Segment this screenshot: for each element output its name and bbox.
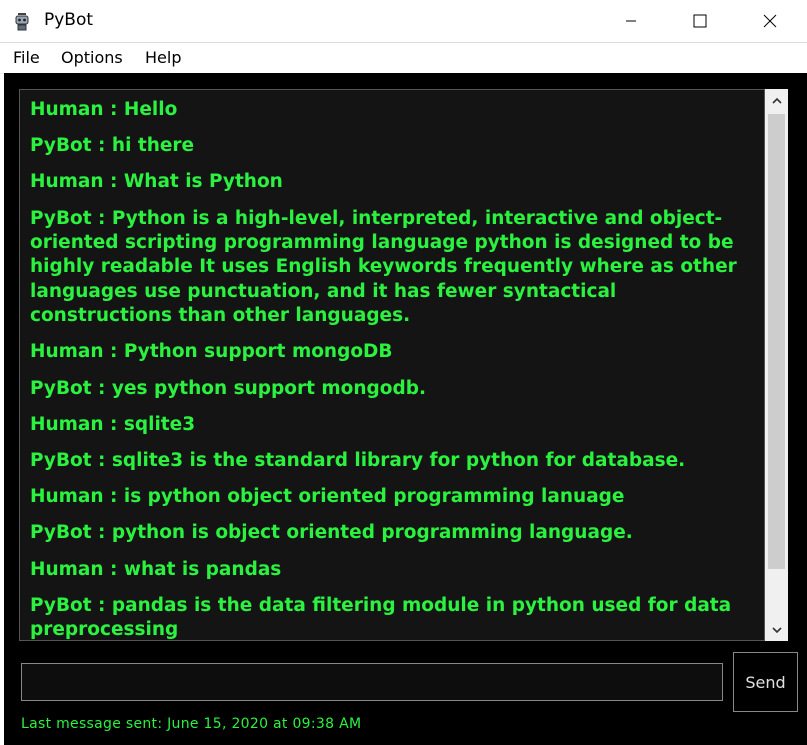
scroll-down-button[interactable] [765,618,788,641]
chat-message-bot: PyBot : Python is a high-level, interpre… [30,207,737,327]
message-input[interactable] [21,663,723,701]
chat-messages: Human : Hello PyBot : hi there Human : W… [30,98,756,641]
minimize-icon [626,20,636,22]
chevron-up-icon [771,97,782,104]
maximize-icon [693,14,707,28]
scroll-thumb[interactable] [768,114,785,569]
robot-icon [12,11,32,31]
close-button[interactable] [747,0,793,42]
chevron-down-icon [771,626,782,633]
scroll-up-button[interactable] [765,89,788,112]
chat-message-bot: PyBot : yes python support mongodb. [30,377,426,399]
chat-message-human: Human : Python support mongoDB [30,341,393,363]
menu-file[interactable]: File [13,48,40,67]
chat-message-human: Human : is python object oriented progra… [30,486,625,508]
status-text: Last message sent: June 15, 2020 at 09:3… [21,716,362,732]
chat-message-bot: PyBot : pandas is the data filtering mod… [30,594,732,641]
chat-message-human: Human : what is pandas [30,558,282,580]
chat-message-bot: PyBot : hi there [30,135,195,157]
menu-help[interactable]: Help [145,48,181,67]
menu-options[interactable]: Options [61,48,123,67]
chat-scrollbar[interactable] [765,89,788,641]
menu-bar: File Options Help [0,42,807,74]
chat-message-bot: PyBot : python is object oriented progra… [30,522,633,544]
chat-message-human: Human : Hello [30,99,178,120]
window-title: PyBot [44,10,94,30]
send-button[interactable]: Send [733,652,798,712]
minimize-button[interactable] [608,0,654,42]
title-bar: PyBot [0,0,807,42]
chat-message-human: Human : sqlite3 [30,413,196,435]
maximize-button[interactable] [677,0,723,42]
chat-log[interactable]: Human : Hello PyBot : hi there Human : W… [19,89,765,641]
main-panel: Human : Hello PyBot : hi there Human : W… [4,73,807,745]
close-icon [763,14,777,28]
chat-message-human: Human : What is Python [30,171,283,193]
chat-message-bot: PyBot : sqlite3 is the standard library … [30,450,686,472]
